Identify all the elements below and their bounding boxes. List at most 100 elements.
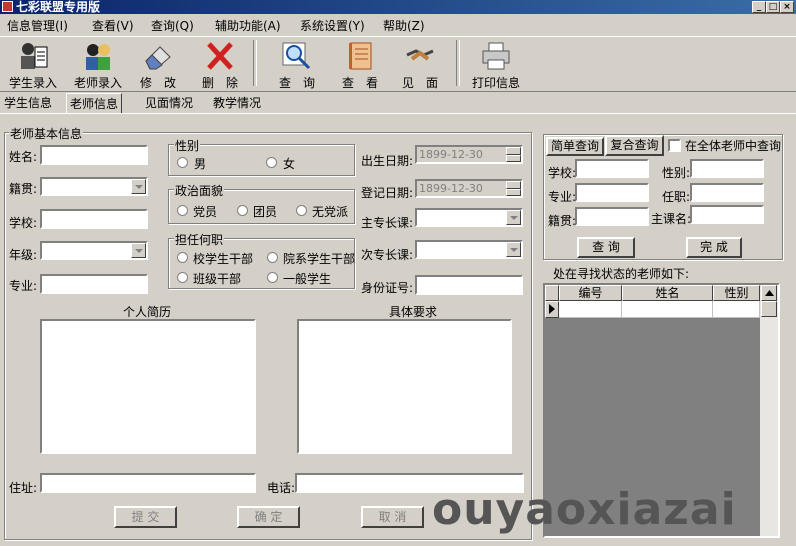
row-indicator — [545, 301, 559, 318]
normal-student-radio[interactable] — [267, 272, 278, 283]
id-card-input[interactable] — [415, 275, 523, 295]
chevron-down-icon[interactable] — [131, 179, 146, 194]
chevron-down-icon[interactable] — [506, 242, 521, 257]
spin-buttons[interactable] — [506, 181, 521, 196]
birth-date-value: 1899-12-30 — [419, 148, 483, 161]
search-gender-input[interactable] — [690, 159, 764, 178]
resume-title: 个人简历 — [123, 305, 172, 319]
search-position-input[interactable] — [690, 183, 764, 202]
name-input[interactable] — [40, 145, 148, 165]
column-header-gender[interactable]: 性别 — [713, 285, 760, 301]
meet-button[interactable]: 见 面 — [390, 38, 450, 90]
search-native-label: 籍贯: — [548, 214, 577, 228]
male-radio[interactable] — [177, 157, 188, 168]
student-entry-button[interactable]: 学生录入 — [4, 38, 62, 90]
tab-student-info[interactable]: 学生信息 — [4, 94, 52, 111]
teacher-entry-button[interactable]: 老师录入 — [70, 38, 126, 90]
grid-cell[interactable] — [559, 301, 622, 318]
print-button[interactable]: 打印信息 — [466, 38, 526, 90]
phone-label: 电话: — [267, 481, 296, 495]
all-teachers-checkbox[interactable] — [668, 139, 681, 152]
grade-select[interactable] — [40, 241, 148, 260]
nonparty-radio[interactable] — [296, 205, 307, 216]
toolbar-separator — [456, 40, 460, 86]
grid-scrollbar[interactable] — [760, 285, 778, 536]
search-query-button[interactable]: 查 询 — [577, 237, 635, 258]
female-radio[interactable] — [266, 157, 277, 168]
party-radio[interactable] — [177, 205, 188, 216]
search-major-input[interactable] — [575, 183, 649, 202]
modify-label: 修 改 — [139, 76, 176, 90]
major-input[interactable] — [40, 274, 148, 294]
scroll-thumb[interactable] — [761, 301, 777, 317]
politics-title: 政治面貌 — [174, 182, 225, 199]
delete-button[interactable]: 删 除 — [192, 38, 248, 90]
resume-textarea[interactable] — [40, 319, 256, 454]
requirement-textarea[interactable] — [297, 319, 512, 454]
birth-date-picker[interactable]: 1899-12-30 — [415, 145, 523, 164]
main-course-label: 主专长课: — [361, 216, 414, 230]
menu-settings[interactable]: 系统设置(Y) — [300, 17, 365, 34]
handshake-icon — [406, 49, 434, 61]
search-school-label: 学校: — [548, 166, 577, 180]
search-school-input[interactable] — [575, 159, 649, 178]
spin-buttons[interactable] — [506, 147, 521, 162]
tab-teaching[interactable]: 教学情况 — [213, 94, 261, 111]
main-course-select[interactable] — [415, 208, 523, 227]
grid-corner — [545, 285, 559, 301]
search-done-button[interactable]: 完 成 — [686, 237, 742, 258]
eraser-icon — [145, 46, 171, 70]
grid-cell[interactable] — [713, 301, 760, 318]
address-input[interactable] — [40, 473, 256, 493]
teacher-entry-label: 老师录入 — [73, 76, 122, 90]
register-date-picker[interactable]: 1899-12-30 — [415, 179, 523, 198]
menu-info-manage[interactable]: 信息管理(I) — [7, 17, 68, 34]
menu-aux[interactable]: 辅助功能(A) — [215, 17, 281, 34]
confirm-button[interactable]: 确 定 — [237, 506, 300, 528]
search-native-input[interactable] — [575, 207, 649, 226]
chevron-down-icon[interactable] — [131, 243, 146, 258]
school-cadre-label: 校学生干部 — [193, 252, 254, 266]
scroll-up-button[interactable] — [761, 285, 777, 301]
column-header-id[interactable]: 编号 — [559, 285, 622, 301]
minimize-button[interactable]: _ — [752, 1, 766, 13]
watermark-text: ouyaoxiazai — [432, 484, 737, 535]
view-button[interactable]: 查 看 — [332, 38, 388, 90]
window-title: 七彩联盟专用版 — [16, 0, 101, 14]
search-course-input[interactable] — [690, 205, 764, 224]
menu-query[interactable]: 查询(Q) — [151, 17, 194, 34]
app-icon — [2, 1, 13, 12]
column-header-name[interactable]: 姓名 — [622, 285, 713, 301]
teacher-basic-info-title: 老师基本信息 — [9, 125, 84, 142]
chevron-down-icon[interactable] — [506, 210, 521, 225]
cancel-button[interactable]: 取 消 — [361, 506, 424, 528]
native-select[interactable] — [40, 177, 148, 196]
student-entry-icon — [21, 43, 48, 69]
league-label: 团员 — [253, 205, 278, 219]
grid-cell[interactable] — [622, 301, 713, 318]
tab-teacher-info[interactable]: 老师信息 — [66, 93, 123, 114]
normal-student-label: 一般学生 — [283, 272, 332, 286]
query-button[interactable]: 查 询 — [268, 38, 326, 90]
tab-meeting[interactable]: 见面情况 — [145, 94, 193, 111]
register-date-label: 登记日期: — [361, 186, 414, 200]
dept-cadre-radio[interactable] — [267, 252, 278, 263]
submit-button[interactable]: 提 交 — [114, 506, 177, 528]
close-button[interactable]: × — [780, 1, 794, 13]
toolbar-separator — [253, 40, 257, 86]
league-radio[interactable] — [237, 205, 248, 216]
menu-help[interactable]: 帮助(Z) — [383, 17, 425, 34]
modify-button[interactable]: 修 改 — [130, 38, 186, 90]
class-cadre-radio[interactable] — [177, 272, 188, 283]
teachers-icon — [86, 44, 110, 70]
maximize-button[interactable]: □ — [766, 1, 780, 13]
notebook-icon — [349, 42, 372, 70]
school-cadre-radio[interactable] — [177, 252, 188, 263]
search-course-label: 主课名: — [651, 212, 692, 226]
tab-simple-query[interactable]: 简单查询 — [546, 137, 604, 156]
school-input[interactable] — [40, 209, 148, 229]
nonparty-label: 无党派 — [312, 205, 349, 219]
menu-view[interactable]: 查看(V) — [92, 17, 134, 34]
sub-course-select[interactable] — [415, 240, 523, 259]
tab-complex-query[interactable]: 复合查询 — [605, 135, 664, 156]
